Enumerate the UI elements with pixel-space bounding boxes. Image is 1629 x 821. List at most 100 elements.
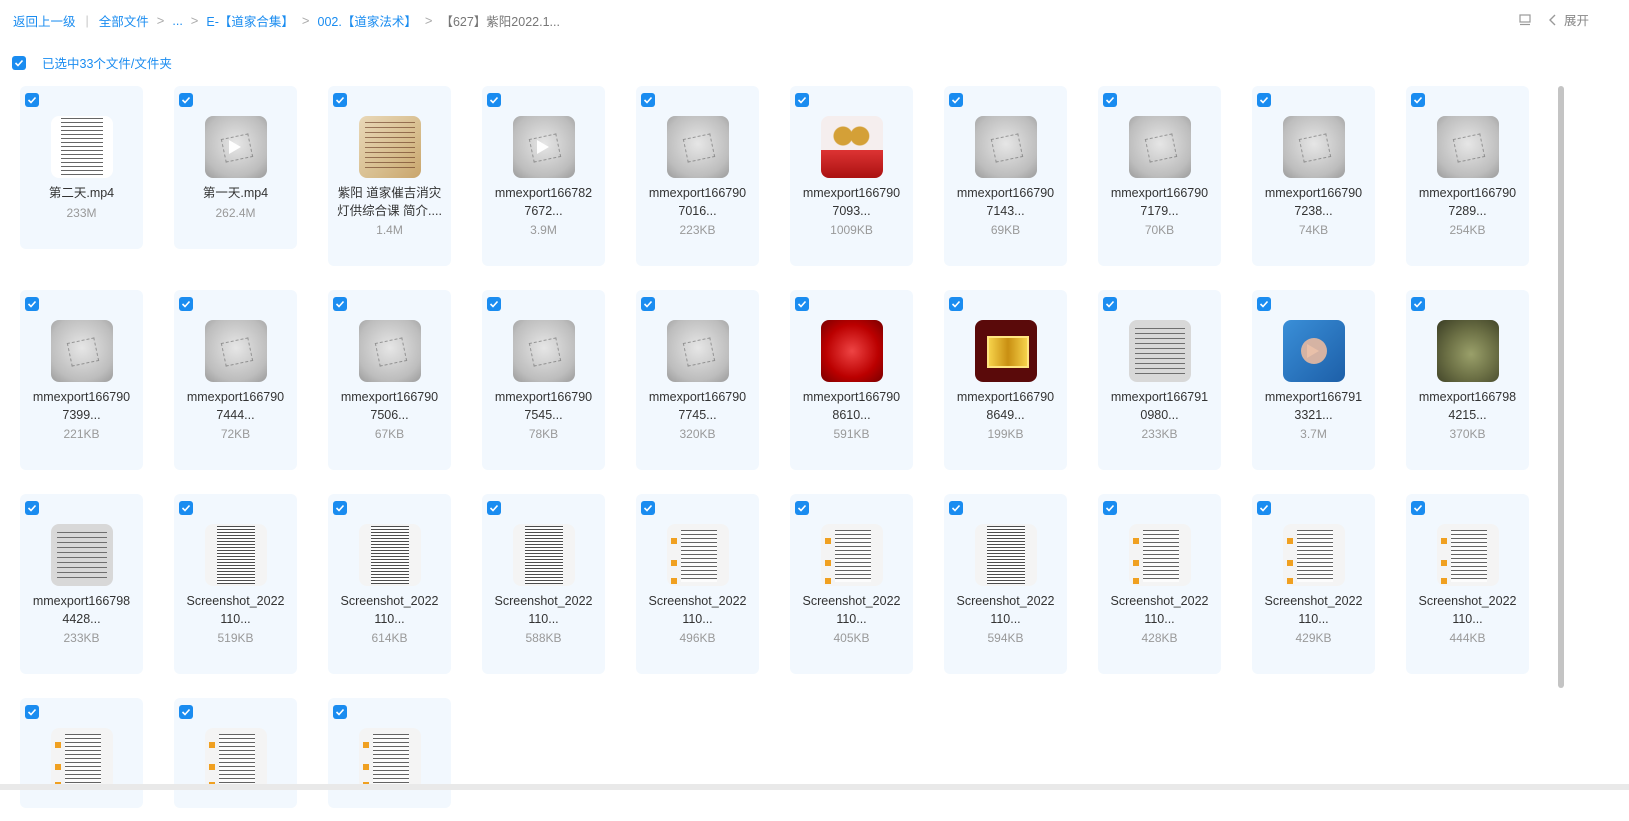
- file-checkbox[interactable]: [179, 501, 193, 515]
- breadcrumb-item-fashu[interactable]: 002.【道家法术】: [318, 11, 417, 30]
- file-name: mmexport166790 7016...: [640, 185, 755, 220]
- back-link[interactable]: 返回上一级: [13, 11, 76, 30]
- file-card[interactable]: Screenshot_2022 110... 588KB: [482, 494, 605, 674]
- file-checkbox[interactable]: [641, 297, 655, 311]
- file-checkbox[interactable]: [949, 93, 963, 107]
- file-checkbox[interactable]: [487, 93, 501, 107]
- check-icon: [797, 96, 807, 104]
- file-checkbox[interactable]: [25, 297, 39, 311]
- file-checkbox[interactable]: [179, 705, 193, 719]
- file-card[interactable]: mmexport166798 4215... 370KB: [1406, 290, 1529, 470]
- file-checkbox[interactable]: [179, 93, 193, 107]
- file-card[interactable]: Screenshot_2022 110... 496KB: [636, 494, 759, 674]
- play-icon: [1307, 344, 1319, 358]
- file-checkbox[interactable]: [333, 93, 347, 107]
- file-card[interactable]: mmexport166790 7444... 72KB: [174, 290, 297, 470]
- file-checkbox[interactable]: [949, 501, 963, 515]
- image-thumbnail: [51, 320, 113, 382]
- file-card[interactable]: mmexport166790 7093... 1009KB: [790, 86, 913, 266]
- file-card[interactable]: mmexport166790 8610... 591KB: [790, 290, 913, 470]
- file-checkbox[interactable]: [1103, 501, 1117, 515]
- file-checkbox[interactable]: [1103, 93, 1117, 107]
- file-name-line: mmexport166790: [1418, 186, 1517, 200]
- file-card[interactable]: mmexport166790 7289... 254KB: [1406, 86, 1529, 266]
- file-card[interactable]: mmexport166790 7238... 74KB: [1252, 86, 1375, 266]
- vertical-scrollbar[interactable]: [1558, 86, 1564, 688]
- file-card[interactable]: mmexport166790 7506... 67KB: [328, 290, 451, 470]
- file-card[interactable]: Screenshot_2022 110... 428KB: [1098, 494, 1221, 674]
- file-size: 3.9M: [530, 223, 557, 237]
- file-name-line: Screenshot_2022: [186, 594, 285, 608]
- file-card[interactable]: Screenshot_2022 110... 444KB: [1406, 494, 1529, 674]
- file-card[interactable]: Screenshot_2022 110... 429KB: [1252, 494, 1375, 674]
- file-checkbox[interactable]: [25, 501, 39, 515]
- breadcrumb-item-daojia[interactable]: E-【道家合集】: [206, 11, 294, 30]
- file-checkbox[interactable]: [1257, 297, 1271, 311]
- file-name: mmexport166790 7093...: [794, 185, 909, 220]
- check-icon: [27, 708, 37, 716]
- image-thumbnail: [1437, 524, 1499, 586]
- file-checkbox[interactable]: [641, 501, 655, 515]
- file-card[interactable]: mmexport166798 4428... 233KB: [20, 494, 143, 674]
- select-all-checkbox[interactable]: [12, 55, 26, 70]
- file-card[interactable]: 第一天.mp4 262.4M: [174, 86, 297, 249]
- file-checkbox[interactable]: [487, 501, 501, 515]
- file-checkbox[interactable]: [795, 501, 809, 515]
- file-checkbox[interactable]: [641, 93, 655, 107]
- image-thumbnail: [205, 320, 267, 382]
- file-size: 74KB: [1298, 223, 1329, 237]
- file-checkbox[interactable]: [333, 297, 347, 311]
- file-size: 223KB: [679, 223, 716, 237]
- check-icon: [335, 96, 345, 104]
- file-checkbox[interactable]: [1257, 93, 1271, 107]
- file-checkbox[interactable]: [1257, 501, 1271, 515]
- file-card[interactable]: mmexport166790 8649... 199KB: [944, 290, 1067, 470]
- file-card[interactable]: Screenshot_2022 110... 405KB: [790, 494, 913, 674]
- file-checkbox[interactable]: [487, 297, 501, 311]
- file-checkbox[interactable]: [1411, 93, 1425, 107]
- horizontal-scrollbar[interactable]: [0, 784, 1629, 790]
- file-checkbox[interactable]: [795, 93, 809, 107]
- file-checkbox[interactable]: [949, 297, 963, 311]
- file-name: mmexport166798 4428...: [24, 593, 139, 628]
- file-card[interactable]: 第二天.mp4 233M: [20, 86, 143, 249]
- file-checkbox[interactable]: [1411, 297, 1425, 311]
- breadcrumb-item-all-files[interactable]: 全部文件: [99, 11, 149, 30]
- file-checkbox[interactable]: [179, 297, 193, 311]
- file-checkbox[interactable]: [25, 705, 39, 719]
- expand-button[interactable]: 展开: [1548, 10, 1589, 29]
- file-card[interactable]: 紫阳 道家催吉消灾 灯供综合课 简介.... 1.4M: [328, 86, 451, 266]
- breadcrumb-item-ellipsis[interactable]: ...: [172, 14, 182, 28]
- video-thumbnail: [51, 116, 113, 178]
- file-card[interactable]: mmexport166790 7016... 223KB: [636, 86, 759, 266]
- file-checkbox[interactable]: [333, 501, 347, 515]
- file-card[interactable]: [328, 698, 451, 808]
- file-card[interactable]: mmexport166790 7143... 69KB: [944, 86, 1067, 266]
- file-name: mmexport166790 7179...: [1102, 185, 1217, 220]
- file-card[interactable]: mmexport166782 7672... 3.9M: [482, 86, 605, 266]
- file-name-line: 紫阳 道家催吉消灾: [337, 186, 442, 200]
- file-card[interactable]: mmexport166790 7545... 78KB: [482, 290, 605, 470]
- file-size: 1009KB: [830, 223, 873, 237]
- file-checkbox[interactable]: [333, 705, 347, 719]
- file-card[interactable]: mmexport166791 3321... 3.7M: [1252, 290, 1375, 470]
- file-checkbox[interactable]: [25, 93, 39, 107]
- file-card[interactable]: [174, 698, 297, 808]
- view-mode-icon[interactable]: [1518, 13, 1532, 27]
- file-card[interactable]: Screenshot_2022 110... 614KB: [328, 494, 451, 674]
- file-card[interactable]: mmexport166790 7399... 221KB: [20, 290, 143, 470]
- check-icon: [181, 708, 191, 716]
- file-name-line: mmexport166790: [1110, 186, 1209, 200]
- file-card[interactable]: Screenshot_2022 110... 594KB: [944, 494, 1067, 674]
- video-thumbnail: [1283, 320, 1345, 382]
- file-card[interactable]: [20, 698, 143, 808]
- file-size: 233M: [66, 206, 97, 220]
- file-card[interactable]: Screenshot_2022 110... 519KB: [174, 494, 297, 674]
- file-checkbox[interactable]: [1411, 501, 1425, 515]
- file-card[interactable]: mmexport166791 0980... 233KB: [1098, 290, 1221, 470]
- file-checkbox[interactable]: [1103, 297, 1117, 311]
- file-checkbox[interactable]: [795, 297, 809, 311]
- file-card[interactable]: mmexport166790 7179... 70KB: [1098, 86, 1221, 266]
- file-name-line: mmexport166790: [32, 390, 131, 404]
- file-card[interactable]: mmexport166790 7745... 320KB: [636, 290, 759, 470]
